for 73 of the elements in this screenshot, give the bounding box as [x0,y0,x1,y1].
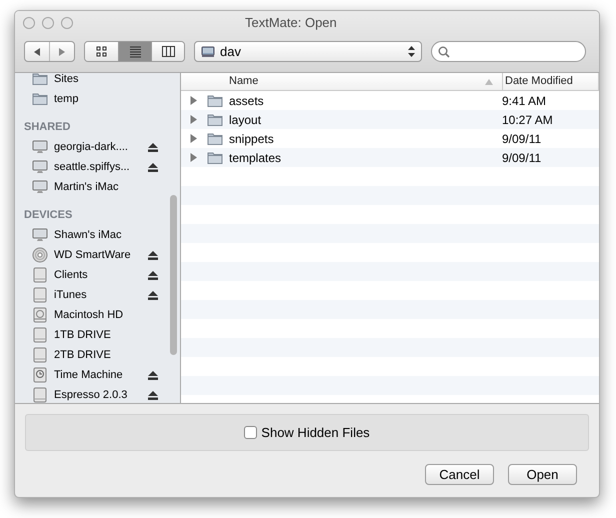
monitor-icon [32,159,48,175]
location-label: dav [220,42,242,61]
date-modified: 10:27 AM [502,112,553,128]
sidebar-heading: SHARED [23,120,72,135]
view-mode-button[interactable] [85,42,118,61]
eject-icon[interactable] [148,162,158,172]
sidebar-item[interactable]: Time Machine [54,366,142,384]
folder-icon [32,73,48,87]
drive-icon [32,327,48,343]
view-mode-control[interactable] [84,41,185,62]
view-mode-button[interactable] [151,42,184,61]
file-name[interactable]: assets [229,92,502,110]
sidebar-item[interactable]: WD SmartWare [54,246,142,264]
monitor-icon [32,179,48,195]
disclosure-triangle-icon[interactable] [189,115,198,124]
date-modified: 9/09/11 [502,150,542,166]
sidebar-item[interactable]: Clients [54,266,142,284]
folder-icon [207,92,223,108]
sidebar-item[interactable]: Shawn's iMac [54,226,158,244]
disclosure-triangle-icon[interactable] [189,134,198,143]
search-icon [438,46,450,58]
sidebar-item[interactable]: Espresso 2.0.3 [54,386,142,403]
checkbox-label[interactable]: Show Hidden Files [261,422,370,442]
search-field[interactable] [431,41,586,62]
drive-icon [32,347,48,363]
disclosure-triangle-icon[interactable] [189,153,198,162]
clock-drive-icon [32,367,48,383]
file-name[interactable]: layout [229,110,502,128]
sidebar-item[interactable]: seattle.spiffys... [54,158,142,176]
eject-icon[interactable] [148,390,158,400]
icon-view-icon [95,45,108,58]
folder-icon [207,150,223,166]
sidebar-item[interactable]: georgia-dark.... [54,138,142,156]
sidebar-item[interactable]: Macintosh HD [54,306,158,324]
checkbox[interactable] [244,426,258,439]
sidebar-item[interactable]: 2TB DRIVE [54,346,158,364]
drive-icon [32,287,48,303]
eject-icon[interactable] [148,142,158,152]
eject-icon[interactable] [148,370,158,380]
dialog-button[interactable]: Cancel [425,464,494,485]
sidebar-item[interactable]: Martin's iMac [54,178,158,196]
drive-icon [32,267,48,283]
folder-icon [207,112,223,128]
folder-icon [32,91,48,107]
scrollbar-thumb[interactable] [170,195,177,355]
window-title: TextMate: Open [245,14,337,32]
date-modified: 9/09/11 [502,130,542,148]
column-header[interactable]: Date Modified [503,73,599,90]
monitor-icon [32,227,48,243]
column-view-icon [162,45,174,58]
monitor-icon [32,139,48,155]
updown-icon [408,46,415,57]
sidebar-item[interactable]: 1TB DRIVE [54,326,158,344]
sidebar-item[interactable]: Sites [54,73,158,88]
sidebar-heading: DEVICES [23,208,74,223]
eject-icon[interactable] [148,250,158,260]
folder-icon [207,130,223,146]
disc-icon [32,247,48,263]
location-popup[interactable]: dav [194,41,422,62]
file-name[interactable]: templates [229,148,502,166]
back-icon[interactable] [32,46,42,56]
forward-icon[interactable] [57,46,67,56]
date-modified: 9:41 AM [502,92,546,110]
dialog-button[interactable]: Open [508,464,577,485]
file-name[interactable]: snippets [229,130,502,148]
list-view-icon [128,45,142,58]
sidebar-item[interactable]: iTunes [54,286,142,304]
eject-icon[interactable] [148,270,158,280]
eject-icon[interactable] [148,290,158,300]
back-forward-control[interactable] [24,41,75,62]
network-drive-icon [201,46,215,58]
sidebar-item[interactable]: temp [54,90,158,108]
disclosure-triangle-icon[interactable] [189,96,198,105]
